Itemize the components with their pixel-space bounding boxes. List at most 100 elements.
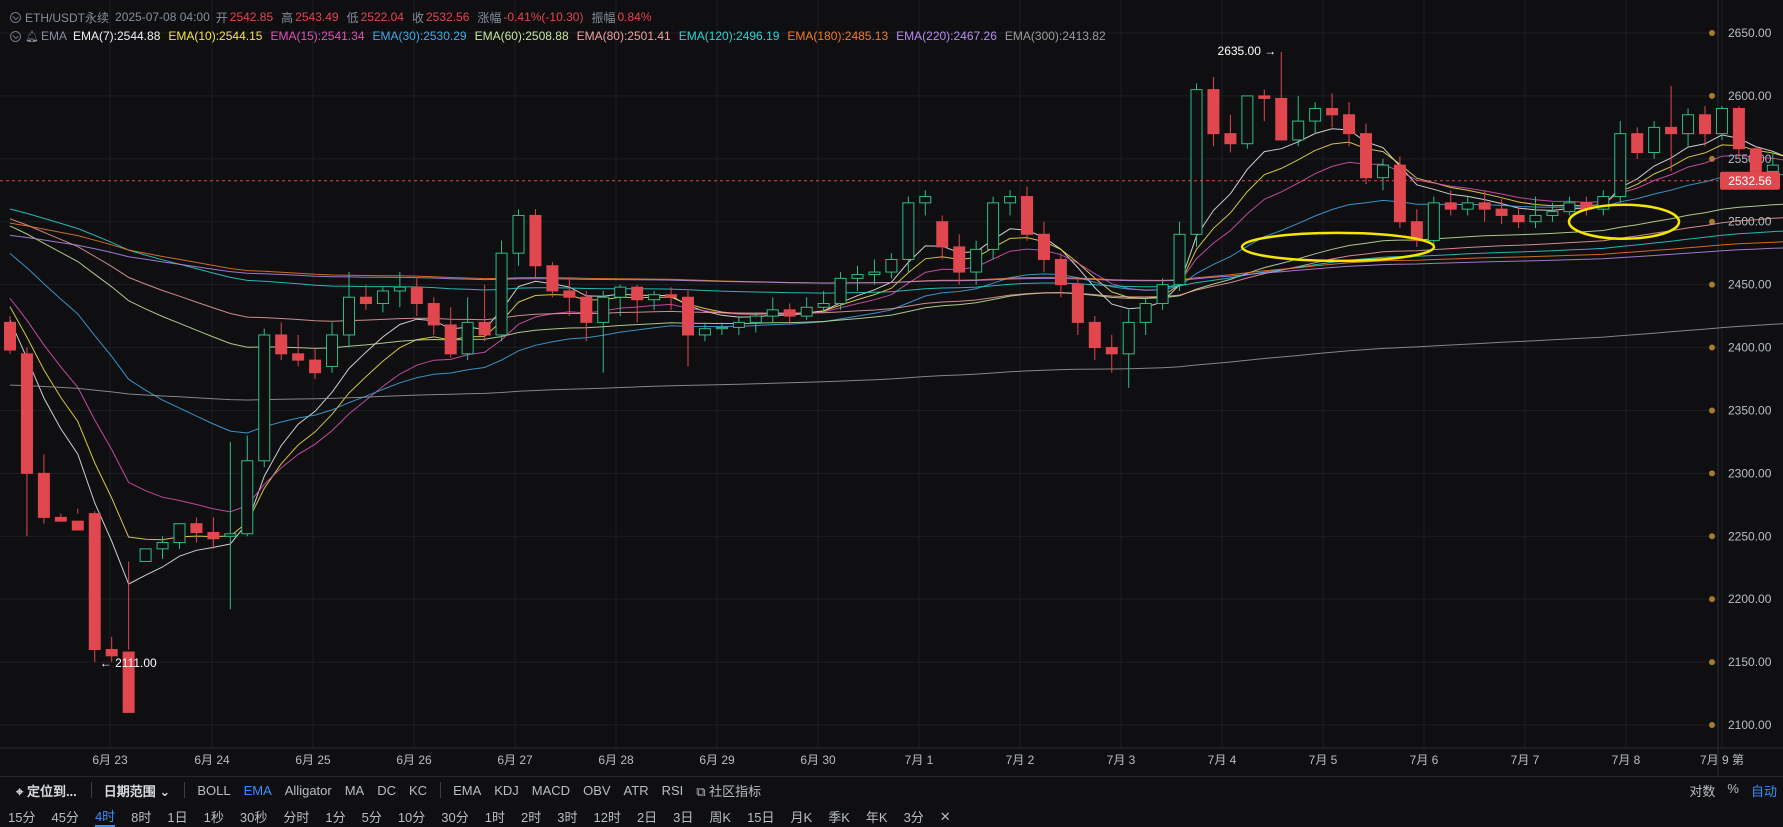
y-tick-label: 2200.00: [1728, 592, 1772, 606]
collapse-icon[interactable]: [10, 11, 21, 23]
timeframe-月K[interactable]: 月K: [791, 807, 813, 826]
timeframe-5分[interactable]: 5分: [362, 807, 382, 826]
y-tick-label: 2450.00: [1728, 278, 1772, 292]
price-tag-label: 2532.56: [1728, 174, 1772, 188]
low-annotation: ← 2111.00: [100, 656, 157, 670]
price-marker-icon: [1709, 30, 1715, 36]
candle: [258, 328, 271, 468]
x-tick-label: 7月 5: [1309, 753, 1338, 767]
open-label: 开: [215, 10, 228, 25]
ema-legend-item: EMA(300):2413.82: [1004, 29, 1106, 43]
timeframe-30分[interactable]: 30分: [441, 807, 468, 826]
x-tick-label: 6月 23: [92, 753, 128, 767]
candle: [1614, 121, 1627, 203]
x-tick-label: 6月 30: [800, 753, 836, 767]
timeframe-15日[interactable]: 15日: [747, 807, 774, 826]
ema-indicator-label[interactable]: EMA: [41, 29, 67, 43]
ema-legend-item: EMA(60):2508.88: [474, 29, 569, 43]
scale-option[interactable]: 对数: [1689, 781, 1715, 800]
high-value: 2543.49: [295, 10, 339, 24]
divider: [440, 782, 442, 798]
scale-option[interactable]: %: [1727, 781, 1739, 800]
main-indicator-dc[interactable]: DC: [377, 783, 396, 798]
ema-legend-item: EMA(80):2501.41: [576, 29, 671, 43]
ema-legend-item: EMA(15):2541.34: [270, 29, 365, 43]
timeframe-1日[interactable]: 1日: [167, 807, 187, 826]
price-marker-icon: [1709, 407, 1715, 414]
x-tick-label: 6月 24: [194, 753, 230, 767]
timeframe-1分[interactable]: 1分: [325, 807, 345, 826]
open-value: 2542.85: [229, 10, 274, 24]
timeframe-2时[interactable]: 2时: [521, 807, 541, 826]
price-marker-icon: [1709, 92, 1715, 99]
y-tick-label: 2350.00: [1728, 403, 1772, 417]
ema-legend-item: EMA(30):2530.29: [372, 29, 467, 43]
timeframe-周K[interactable]: 周K: [709, 807, 731, 826]
timeframe-3分[interactable]: 3分: [904, 807, 924, 826]
timeframe-1时[interactable]: 1时: [485, 807, 505, 826]
community-indicators-button[interactable]: ⧉ 社区指标: [696, 781, 761, 800]
locate-button[interactable]: ⌖ 定位到...: [16, 781, 77, 800]
x-tick-label: 7月 9 第: [1700, 753, 1744, 767]
date-range-button[interactable]: 日期范围 ⌄: [104, 781, 171, 800]
timeframe-3时[interactable]: 3时: [557, 807, 577, 826]
main-indicator-ema[interactable]: EMA: [244, 783, 272, 798]
sub-indicator-kdj[interactable]: KDJ: [494, 783, 519, 798]
price-marker-icon: [1709, 659, 1715, 666]
x-tick-label: 7月 4: [1208, 753, 1237, 767]
scale-options: 对数% 自动: [1689, 781, 1777, 800]
sub-indicator-rsi[interactable]: RSI: [662, 783, 684, 798]
candle: [1427, 196, 1440, 247]
change-value: -0.41%(-10.30): [503, 10, 584, 24]
y-tick-label: 2100.00: [1728, 718, 1772, 732]
price-marker-icon: [1709, 344, 1715, 351]
x-tick-label: 7月 7: [1511, 753, 1540, 767]
timeframe-8时[interactable]: 8时: [131, 807, 151, 826]
timeframe-2日[interactable]: 2日: [637, 807, 657, 826]
price-marker-icon: [1709, 533, 1715, 540]
close-icon[interactable]: ✕: [940, 809, 951, 825]
sub-indicator-atr[interactable]: ATR: [624, 783, 649, 798]
timeframe-12时[interactable]: 12时: [593, 807, 620, 826]
timeframe-1秒[interactable]: 1秒: [204, 807, 224, 826]
timeframe-分时[interactable]: 分时: [283, 807, 309, 826]
main-indicator-ma[interactable]: MA: [345, 783, 365, 798]
price-marker-icon: [1709, 596, 1715, 603]
candle: [1241, 95, 1254, 149]
amplitude-label: 振幅: [591, 10, 616, 25]
main-indicator-alligator[interactable]: Alligator: [285, 783, 332, 798]
low-label: 低: [346, 10, 359, 25]
candle: [1393, 156, 1406, 229]
sub-indicator-ema[interactable]: EMA: [453, 783, 481, 798]
timeframe-4时[interactable]: 4时: [94, 806, 116, 827]
sub-indicator-obv[interactable]: OBV: [583, 783, 610, 798]
sub-indicator-macd[interactable]: MACD: [532, 783, 570, 798]
bell-icon[interactable]: 🔔︎: [25, 30, 39, 43]
candle: [139, 548, 152, 562]
close-value: 2532.56: [426, 10, 470, 24]
main-indicator-kc[interactable]: KC: [409, 783, 427, 798]
candle: [495, 240, 508, 342]
ema-legend-item: EMA(120):2496.19: [678, 29, 780, 43]
timeframe-3日[interactable]: 3日: [673, 807, 693, 826]
close-label: 收: [411, 10, 424, 25]
low-value: 2522.04: [360, 10, 404, 24]
collapse-icon[interactable]: [10, 30, 21, 42]
timeframe-年K[interactable]: 年K: [866, 807, 888, 826]
main-indicator-boll[interactable]: BOLL: [197, 783, 230, 798]
x-tick-label: 6月 26: [396, 753, 432, 767]
scale-option[interactable]: 自动: [1751, 781, 1777, 800]
symbol-label: ETH/USDT永续: [25, 10, 110, 25]
y-tick-label: 2400.00: [1728, 341, 1772, 355]
timeframe-季K[interactable]: 季K: [828, 807, 850, 826]
timeframe-15分[interactable]: 15分: [8, 807, 35, 826]
price-chart[interactable]: 2100.00 2150.00 2200.00 2250.00 2300.00 2350.…: [0, 0, 1783, 776]
x-tick-label: 7月 6: [1410, 753, 1439, 767]
y-tick-label: 2250.00: [1728, 529, 1772, 543]
ema-legend-item: EMA(7):2544.88: [72, 29, 161, 43]
timeframe-30秒[interactable]: 30秒: [240, 807, 267, 826]
y-tick-label: 2650.00: [1728, 26, 1772, 40]
y-tick-label: 2300.00: [1728, 466, 1772, 480]
timeframe-10分[interactable]: 10分: [398, 807, 425, 826]
timeframe-45分[interactable]: 45分: [51, 807, 78, 826]
